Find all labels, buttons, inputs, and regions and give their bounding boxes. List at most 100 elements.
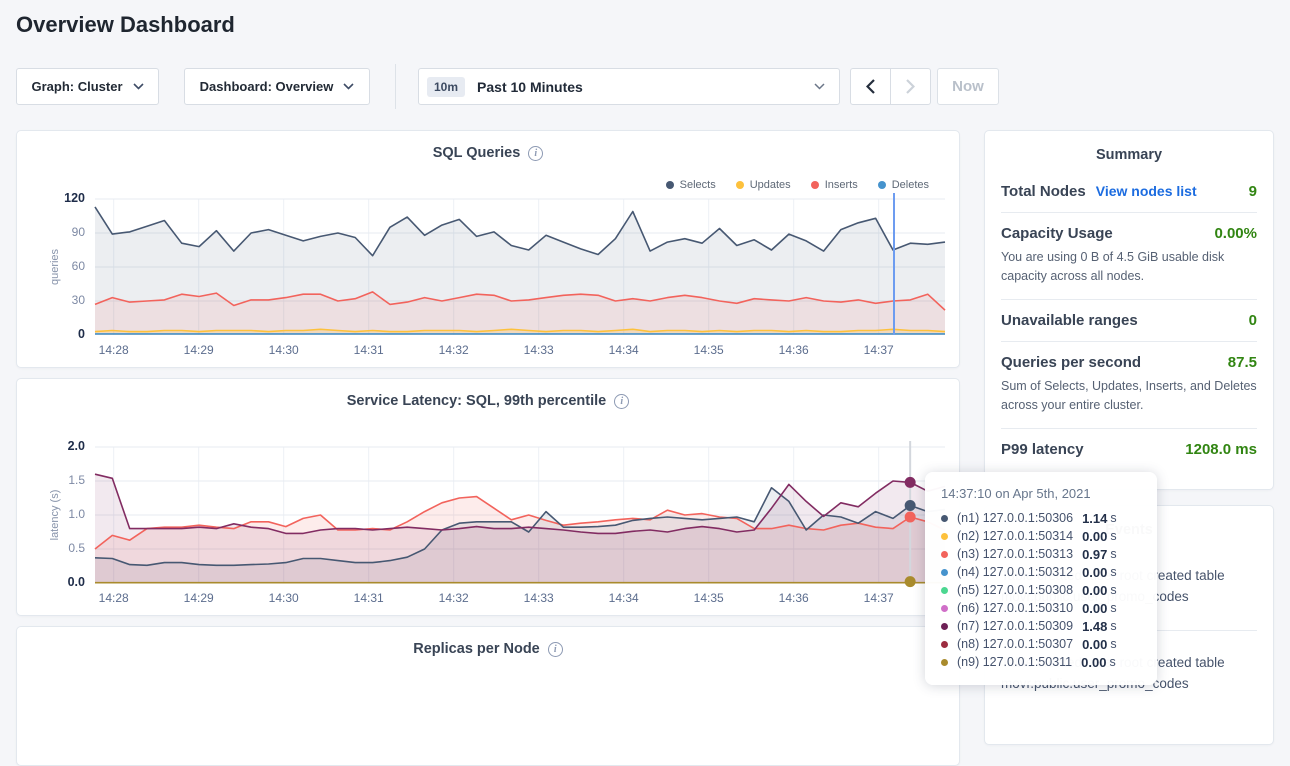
tooltip-node-dot [941, 623, 948, 630]
sql-queries-card: SQL Queries i SelectsUpdatesInsertsDelet… [16, 130, 960, 368]
tooltip-node-unit: s [1110, 547, 1116, 561]
summary-panel: Summary Total NodesView nodes list9Capac… [984, 130, 1274, 490]
tooltip-node-unit: s [1110, 511, 1116, 525]
chart-title-text: SQL Queries [433, 145, 521, 161]
legend-label: Inserts [825, 179, 858, 191]
tooltip-row: (n4) 127.0.0.1:50312 0.00s [941, 563, 1141, 581]
tooltip-node-address: (n7) 127.0.0.1:50309 [957, 619, 1073, 633]
tooltip-node-address: (n9) 127.0.0.1:50311 [957, 655, 1072, 669]
sql-queries-legend: SelectsUpdatesInsertsDeletes [666, 179, 929, 191]
tooltip-node-unit: s [1109, 655, 1115, 669]
legend-item: Inserts [811, 179, 858, 191]
x-tick-label: 14:33 [524, 343, 554, 357]
service-latency-plot [95, 447, 945, 583]
x-tick-label: 14:29 [184, 343, 214, 357]
sql-queries-chart: queries030609012014:2814:2914:3014:3114:… [17, 199, 959, 367]
sql-queries-plot [95, 199, 945, 335]
x-tick-label: 14:36 [779, 591, 809, 605]
y-tick-label: 2.0 [17, 439, 85, 453]
x-tick-label: 14:34 [609, 343, 639, 357]
summary-row: Total NodesView nodes list9 [1001, 171, 1257, 212]
tooltip-node-address: (n4) 127.0.0.1:50312 [957, 565, 1073, 579]
summary-row: Queries per second87.5Sum of Selects, Up… [1001, 342, 1257, 428]
tooltip-node-dot [941, 551, 948, 558]
legend-label: Deletes [892, 179, 929, 191]
tooltip-row: (n7) 127.0.0.1:503091.48s [941, 617, 1141, 635]
chart-hover-tooltip: 14:37:10 on Apr 5th, 2021 (n1) 127.0.0.1… [925, 472, 1157, 685]
legend-label: Selects [680, 179, 716, 191]
tooltip-node-value: 0.00 [1081, 655, 1106, 670]
tooltip-node-unit: s [1110, 637, 1116, 651]
tooltip-node-value: 0.00 [1082, 529, 1107, 544]
chart-title-text: Replicas per Node [413, 641, 540, 657]
chevron-left-icon [866, 79, 875, 94]
legend-item: Deletes [878, 179, 929, 191]
tooltip-node-unit: s [1110, 565, 1116, 579]
tooltip-node-address: (n5) 127.0.0.1:50308 [957, 583, 1073, 597]
summary-row-value: 87.5 [1228, 354, 1257, 371]
now-button[interactable]: Now [937, 68, 999, 105]
x-tick-label: 14:34 [609, 591, 639, 605]
tooltip-node-value: 0.97 [1082, 547, 1107, 562]
legend-dot [666, 181, 674, 189]
time-next-button[interactable] [890, 68, 931, 105]
tooltip-node-dot [941, 533, 948, 540]
x-tick-label: 14:36 [779, 343, 809, 357]
x-tick-label: 14:31 [354, 343, 384, 357]
tooltip-node-dot [941, 659, 948, 666]
x-tick-label: 14:30 [269, 343, 299, 357]
x-tick-label: 14:29 [184, 591, 214, 605]
summary-row: Capacity Usage0.00%You are using 0 B of … [1001, 213, 1257, 299]
tooltip-row: (n5) 127.0.0.1:503080.00s [941, 581, 1141, 599]
summary-row-label: Queries per second [1001, 354, 1141, 371]
chart-title-text: Service Latency: SQL, 99th percentile [347, 393, 607, 409]
chevron-right-icon [906, 79, 915, 94]
toolbar-divider [395, 64, 396, 109]
x-tick-label: 14:31 [354, 591, 384, 605]
sql-queries-title: SQL Queries i [17, 145, 959, 161]
legend-item: Selects [666, 179, 716, 191]
tooltip-node-address: (n2) 127.0.0.1:50314 [957, 529, 1073, 543]
dashboard-dropdown[interactable]: Dashboard: Overview [184, 68, 370, 105]
summary-row: P99 latency1208.0 ms [1001, 429, 1257, 470]
x-tick-label: 14:32 [439, 591, 469, 605]
view-nodes-list-link[interactable]: View nodes list [1096, 183, 1197, 199]
tooltip-row: (n3) 127.0.0.1:50313 0.97s [941, 545, 1141, 563]
tooltip-row: (n1) 127.0.0.1:503061.14s [941, 509, 1141, 527]
time-range-label: Past 10 Minutes [477, 79, 814, 95]
tooltip-node-unit: s [1110, 601, 1116, 615]
y-tick-label: 90 [17, 225, 85, 239]
tooltip-node-address: (n1) 127.0.0.1:50306 [957, 511, 1073, 525]
tooltip-timestamp: 14:37:10 on Apr 5th, 2021 [941, 486, 1141, 501]
replicas-per-node-title: Replicas per Node i [17, 641, 959, 657]
tooltip-node-value: 0.00 [1082, 583, 1107, 598]
y-tick-label: 1.0 [17, 507, 85, 521]
y-tick-label: 0.5 [17, 541, 85, 555]
summary-row-value: 1208.0 ms [1185, 441, 1257, 458]
time-prev-button[interactable] [850, 68, 891, 105]
tooltip-node-address: (n3) 127.0.0.1:50313 [957, 547, 1073, 561]
info-icon[interactable]: i [528, 146, 543, 161]
graph-scope-dropdown[interactable]: Graph: Cluster [16, 68, 159, 105]
y-tick-label: 1.5 [17, 473, 85, 487]
summary-row-value: 0.00% [1214, 225, 1257, 242]
time-range-picker[interactable]: 10m Past 10 Minutes [418, 68, 840, 105]
tooltip-node-unit: s [1110, 529, 1116, 543]
summary-row: Unavailable ranges0 [1001, 300, 1257, 341]
chevron-down-icon [133, 83, 144, 90]
info-icon[interactable]: i [614, 394, 629, 409]
info-icon[interactable]: i [548, 642, 563, 657]
y-tick-label: 60 [17, 259, 85, 273]
tooltip-node-value: 0.00 [1082, 565, 1107, 580]
service-latency-card: Service Latency: SQL, 99th percentile i … [16, 378, 960, 616]
tooltip-node-value: 1.48 [1082, 619, 1107, 634]
tooltip-node-dot [941, 605, 948, 612]
y-tick-label: 0.0 [17, 575, 85, 589]
tooltip-node-value: 0.00 [1082, 637, 1107, 652]
x-tick-label: 14:32 [439, 343, 469, 357]
x-tick-label: 14:35 [694, 591, 724, 605]
tooltip-node-address: (n6) 127.0.0.1:50310 [957, 601, 1073, 615]
page-title: Overview Dashboard [16, 12, 235, 38]
legend-dot [878, 181, 886, 189]
x-tick-label: 14:28 [99, 591, 129, 605]
